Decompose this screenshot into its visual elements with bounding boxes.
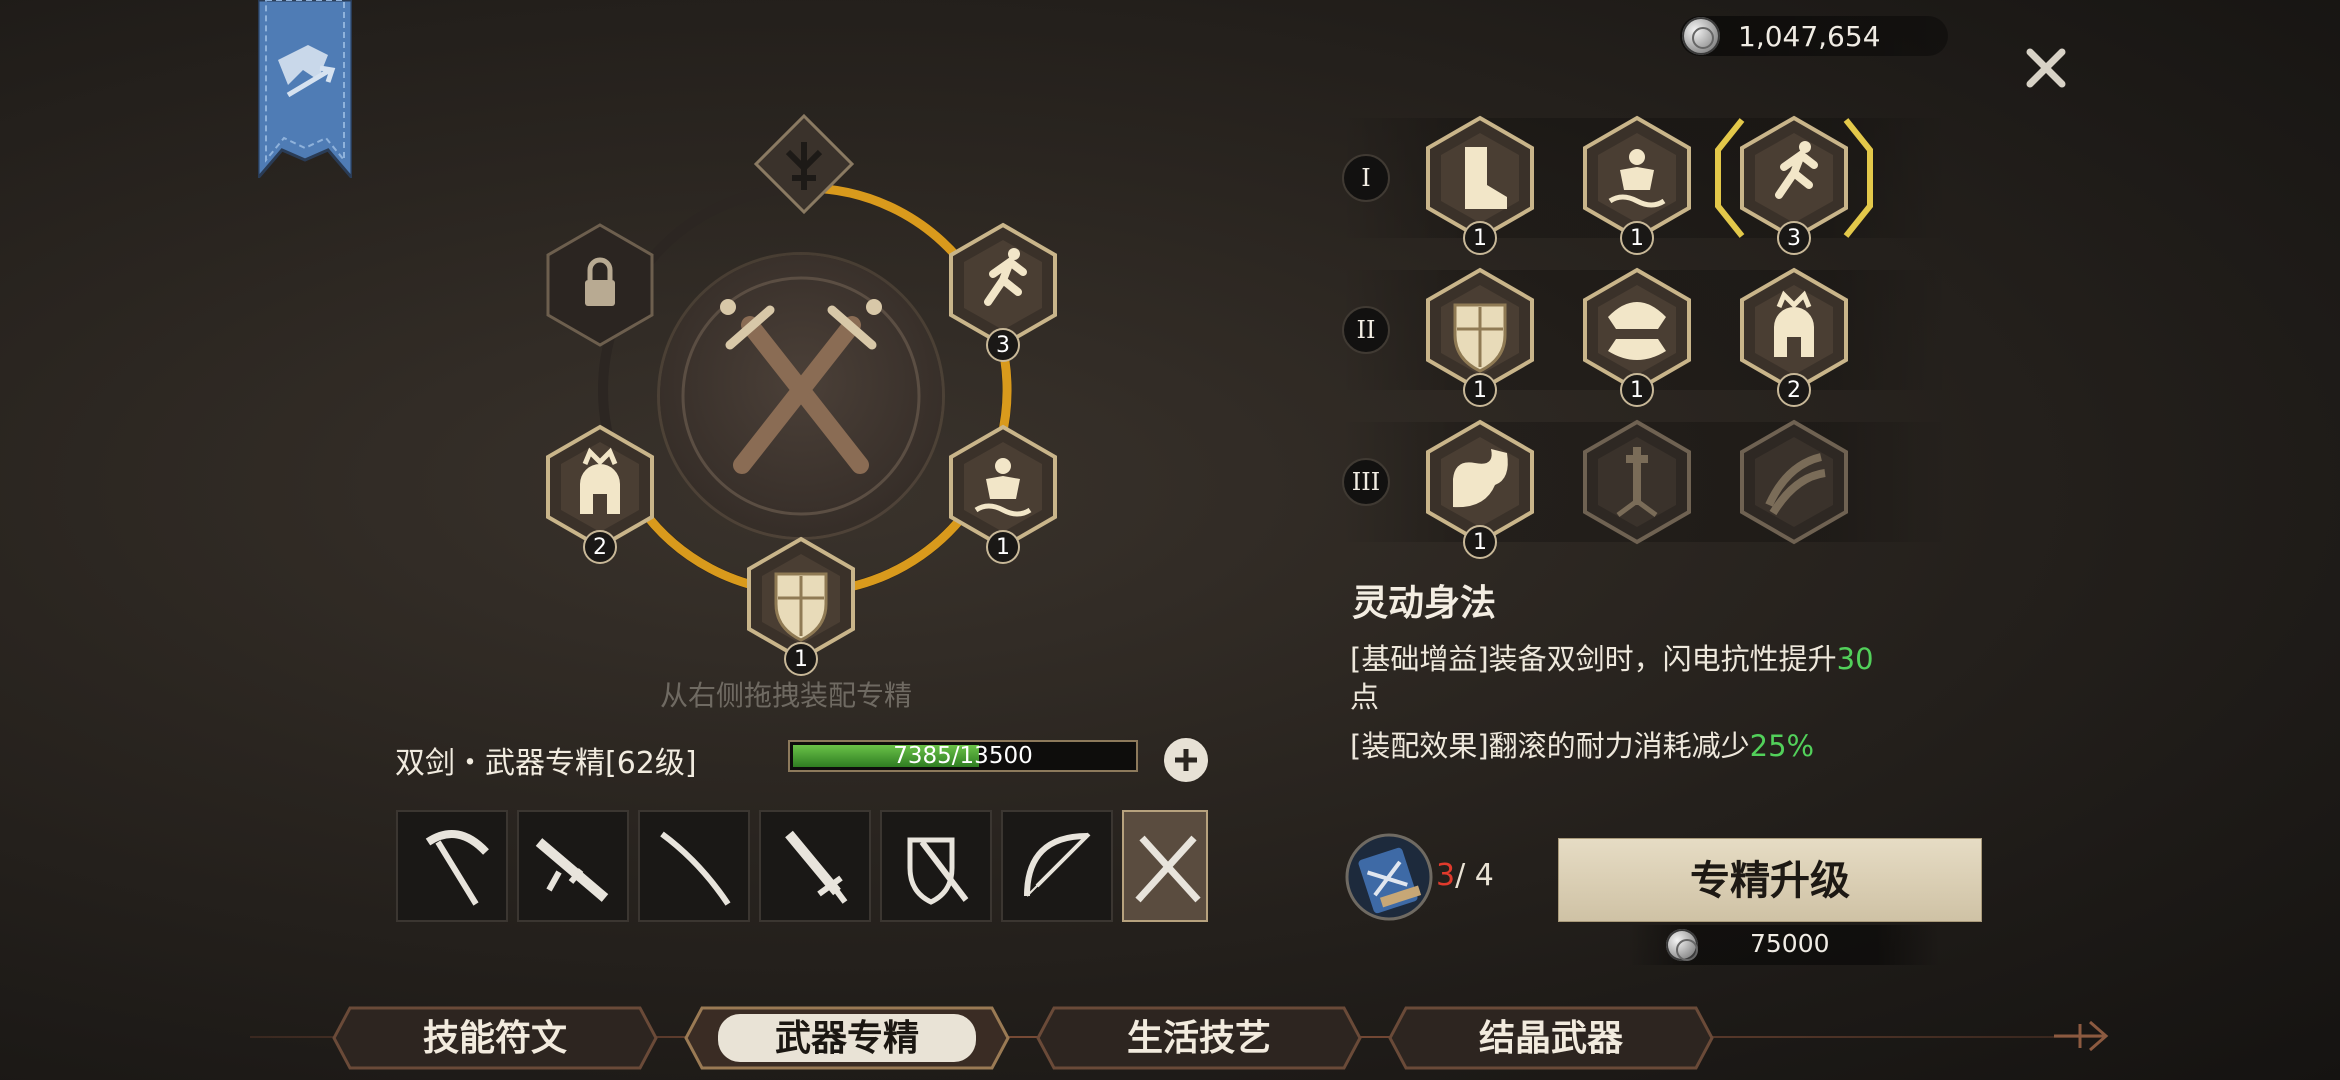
dual-swords-emblem-icon	[681, 276, 921, 516]
skill-swimmer[interactable]: 1	[1582, 115, 1692, 255]
spec-upgrade-button[interactable]: 专精升级	[1558, 838, 1982, 922]
crest-icon	[753, 113, 855, 215]
tab-label: 武器专精	[774, 1017, 919, 1059]
shield-level-badge: 1	[784, 642, 818, 676]
skill-badge: 1	[1620, 221, 1654, 255]
upgrade-button-label: 专精升级	[1690, 857, 1850, 904]
rifle-icon	[535, 838, 609, 902]
skill-boot[interactable]: 1	[1425, 115, 1535, 255]
tier-numeral: II	[1342, 306, 1390, 354]
katana-icon	[660, 831, 731, 906]
tier-numeral: III	[1342, 458, 1390, 506]
warrior-helmet-level-badge: 2	[583, 530, 617, 564]
slot-shield[interactable]: 1	[746, 536, 856, 676]
guild-banner[interactable]	[258, 0, 352, 178]
skill-sword-strike-locked[interactable]	[1582, 419, 1692, 545]
material-count: 3/ 4	[1436, 858, 1494, 893]
slot-sprint[interactable]: 3	[948, 222, 1058, 362]
material-have: 3	[1436, 858, 1456, 893]
tab-crystal-weapons[interactable]: 结晶武器	[1386, 1004, 1716, 1072]
upgrade-cost: 75000	[1630, 925, 1940, 965]
skill-desc-equip: [装配效果]翻滚的耐力消耗减少25%	[1350, 727, 1970, 765]
silver-coin-icon	[1666, 929, 1698, 961]
tab-life-skills[interactable]: 生活技艺	[1034, 1004, 1364, 1072]
skill-warrior-helmet[interactable]: 2	[1739, 267, 1849, 407]
desc-base-suffix: 点	[1350, 680, 1380, 714]
skill-claw-locked[interactable]	[1739, 419, 1849, 545]
slot-warrior-helmet[interactable]: 2	[545, 424, 655, 564]
desc-base-value: 30	[1836, 642, 1874, 676]
silver-currency: 1,047,654	[1680, 16, 1948, 56]
skill-badge: 1	[1620, 373, 1654, 407]
spec-book-icon	[1345, 833, 1433, 921]
skill-badge: 1	[1463, 525, 1497, 559]
slot-locked[interactable]	[545, 222, 655, 348]
weapon-tab-rifle[interactable]	[517, 810, 629, 922]
weapon-spec-title: 双剑・武器专精[62级]	[395, 746, 697, 781]
skill-badge: 1	[1463, 221, 1497, 255]
desc-equip-value: 25%	[1749, 729, 1815, 763]
skill-name: 灵动身法	[1352, 583, 1497, 624]
silver-coin-icon	[1682, 17, 1720, 55]
skill-badge: 3	[1777, 221, 1811, 255]
dual-swords-icon	[1135, 835, 1201, 903]
xp-bar: 7385/13500	[788, 740, 1138, 772]
tab-label: 结晶武器	[1478, 1017, 1623, 1059]
skill-badge: 2	[1777, 373, 1811, 407]
desc-base-prefix: [基础增益]装备双剑时，闪电抗性提升	[1350, 642, 1837, 676]
close-icon[interactable]	[2018, 40, 2074, 96]
xp-text: 7385/13500	[893, 743, 1033, 769]
scythe-icon	[425, 830, 489, 906]
drag-hint: 从右侧拖拽装配专精	[660, 679, 913, 712]
sprint-level-badge: 3	[986, 328, 1020, 362]
skill-beast-jaw[interactable]: 1	[1582, 267, 1692, 407]
weapon-tab-dagger[interactable]	[759, 810, 871, 922]
currency-amount: 1,047,654	[1738, 20, 1881, 53]
weapon-tab-scythe[interactable]	[396, 810, 508, 922]
bow-icon	[1024, 832, 1091, 897]
weapon-tab-dual-swords[interactable]	[1122, 810, 1208, 922]
weapon-tab-shield-sword[interactable]	[880, 810, 992, 922]
slot-swimmer[interactable]: 1 1	[948, 424, 1058, 564]
material-need: / 4	[1455, 858, 1494, 893]
desc-equip-prefix: [装配效果]翻滚的耐力消耗减少	[1350, 729, 1750, 763]
upgrade-cost-value: 75000	[1750, 929, 1830, 958]
weapon-tab-katana[interactable]	[638, 810, 750, 922]
add-xp-button[interactable]	[1162, 736, 1210, 784]
tab-weapon-spec[interactable]: 武器专精	[682, 1004, 1012, 1072]
weapon-tab-bow[interactable]	[1001, 810, 1113, 922]
skill-badge: 1	[1463, 373, 1497, 407]
skill-flexed-arm[interactable]: 1	[1425, 419, 1535, 559]
skill-desc-base: [基础增益]装备双剑时，闪电抗性提升30 点	[1350, 640, 1970, 716]
swimmer-level-badge: 1	[986, 530, 1020, 564]
tier-numeral: I	[1342, 154, 1390, 202]
arrow-ornament-icon	[2054, 1020, 2109, 1052]
center-medallion	[660, 255, 942, 537]
tab-label: 生活技艺	[1126, 1017, 1271, 1059]
dagger-icon	[785, 830, 848, 904]
tab-label: 技能符文	[422, 1017, 567, 1059]
tab-skill-runes[interactable]: 技能符文	[330, 1004, 660, 1072]
skill-sprint-selected[interactable]: 3	[1712, 110, 1876, 255]
shield-sword-icon	[907, 837, 969, 905]
skill-shield[interactable]: 1	[1425, 267, 1535, 407]
